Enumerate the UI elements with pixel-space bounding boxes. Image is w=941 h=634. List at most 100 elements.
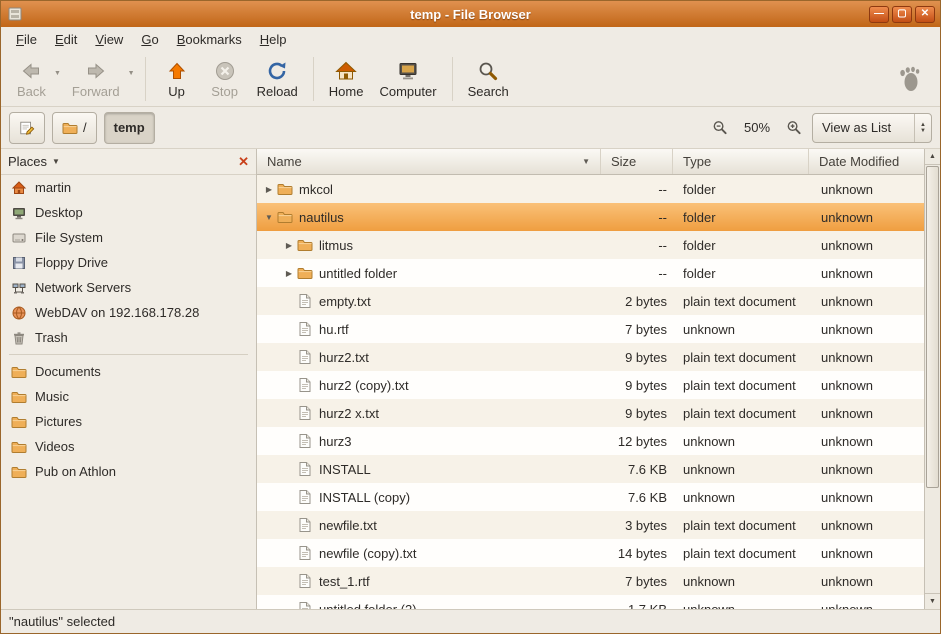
scrollbar-thumb[interactable] (926, 166, 939, 488)
file-row[interactable]: INSTALL7.6 KBunknownunknown (257, 455, 924, 483)
file-name-label: test_1.rtf (319, 574, 370, 589)
file-name-cell: ▶untitled folder (257, 265, 601, 281)
file-row[interactable]: hurz2 x.txt9 bytesplain text documentunk… (257, 399, 924, 427)
toggle-location-entry-button[interactable] (9, 112, 45, 144)
column-header-label: Size (611, 154, 636, 169)
maximize-button[interactable]: ▢ (892, 6, 912, 23)
file-size-cell: 7.6 KB (601, 462, 673, 477)
sidebar-item-documents[interactable]: Documents (1, 359, 256, 384)
file-size-cell: 12 bytes (601, 434, 673, 449)
scroll-up-icon[interactable]: ▲ (925, 149, 940, 165)
file-row[interactable]: hu.rtf7 bytesunknownunknown (257, 315, 924, 343)
file-icon (297, 405, 313, 421)
sidebar-item-pub-on-athlon[interactable]: Pub on Athlon (1, 459, 256, 484)
menu-item-bookmarks[interactable]: Bookmarks (168, 29, 251, 50)
sidebar-item-webdav-on-192-168-178-28[interactable]: WebDAV on 192.168.178.28 (1, 300, 256, 325)
file-row[interactable]: newfile.txt3 bytesplain text documentunk… (257, 511, 924, 539)
file-row[interactable]: hurz2 (copy).txt9 bytesplain text docume… (257, 371, 924, 399)
home-button[interactable]: Home (321, 54, 372, 104)
desktop-icon (11, 205, 27, 221)
up-button[interactable]: Up (153, 54, 201, 104)
sidebar-item-label: Network Servers (35, 280, 131, 295)
menu-item-view[interactable]: View (86, 29, 132, 50)
sidebar-item-music[interactable]: Music (1, 384, 256, 409)
file-row[interactable]: empty.txt2 bytesplain text documentunkno… (257, 287, 924, 315)
sidebar-item-pictures[interactable]: Pictures (1, 409, 256, 434)
toolbar-separator (452, 57, 453, 101)
file-name-label: newfile.txt (319, 518, 377, 533)
sidebar-item-trash[interactable]: Trash (1, 325, 256, 350)
view-mode-select[interactable]: View as List ▲▼ (812, 113, 932, 143)
file-size-cell: 7.6 KB (601, 490, 673, 505)
expander-expanded-icon[interactable]: ▼ (261, 213, 277, 222)
file-row[interactable]: ▶mkcol--folderunknown (257, 175, 924, 203)
forward-button[interactable]: ▼ Forward (64, 54, 138, 104)
menu-item-go[interactable]: Go (132, 29, 167, 50)
share-icon (11, 305, 27, 321)
file-icon (297, 601, 313, 609)
file-row[interactable]: test_1.rtf7 bytesunknownunknown (257, 567, 924, 595)
stop-button[interactable]: Stop (201, 54, 249, 104)
sidebar-item-label: Floppy Drive (35, 255, 108, 270)
toolbar-separator (313, 57, 314, 101)
file-row[interactable]: ▶litmus--folderunknown (257, 231, 924, 259)
file-icon (297, 349, 313, 365)
toolbar-button-label: Reload (257, 84, 298, 99)
menu-item-file[interactable]: File (7, 29, 46, 50)
file-name-label: hu.rtf (319, 322, 349, 337)
column-header-date-modified[interactable]: Date Modified (809, 149, 924, 174)
sidebar-close-icon[interactable]: ✕ (238, 154, 249, 170)
scroll-down-icon[interactable]: ▼ (925, 593, 940, 609)
close-button[interactable]: ✕ (915, 6, 935, 23)
toolbar-button-label: Home (329, 84, 364, 99)
column-header-name[interactable]: Name▼ (257, 149, 601, 174)
dropdown-arrow-icon[interactable]: ▼ (128, 70, 135, 77)
file-name-cell: INSTALL (copy) (257, 489, 601, 505)
menu-item-help[interactable]: Help (251, 29, 296, 50)
vertical-scrollbar[interactable]: ▲ ▼ (924, 149, 940, 609)
file-row[interactable]: hurz312 bytesunknownunknown (257, 427, 924, 455)
file-row[interactable]: newfile (copy).txt14 bytesplain text doc… (257, 539, 924, 567)
edit-location-icon (19, 120, 35, 136)
sidebar-item-file-system[interactable]: File System (1, 225, 256, 250)
trash-icon (11, 330, 27, 346)
file-type-cell: unknown (673, 574, 809, 589)
column-header-size[interactable]: Size (601, 149, 673, 174)
file-rows: ▶mkcol--folderunknown▼nautilus--folderun… (257, 175, 924, 609)
expander-collapsed-icon[interactable]: ▶ (281, 241, 297, 250)
root-folder-button[interactable]: / (52, 112, 97, 144)
file-row[interactable]: hurz2.txt9 bytesplain text documentunkno… (257, 343, 924, 371)
file-row[interactable]: untitled folder (2)1.7 KBunknownunknown (257, 595, 924, 609)
reload-button[interactable]: Reload (249, 54, 306, 104)
search-icon (476, 59, 500, 83)
file-name-cell: newfile.txt (257, 517, 601, 533)
back-button[interactable]: ▼Back (9, 54, 64, 104)
file-type-cell: folder (673, 266, 809, 281)
sidebar-item-videos[interactable]: Videos (1, 434, 256, 459)
places-header: Places ▼ ✕ (1, 149, 256, 175)
spinner-arrows-icon[interactable]: ▲▼ (914, 114, 931, 142)
current-folder-button[interactable]: temp (104, 112, 155, 144)
menu-item-edit[interactable]: Edit (46, 29, 86, 50)
toolbar-button-label: Forward (72, 84, 120, 99)
drive-icon (11, 230, 27, 246)
file-row[interactable]: ▶untitled folder--folderunknown (257, 259, 924, 287)
sidebar-item-desktop[interactable]: Desktop (1, 200, 256, 225)
search-button[interactable]: Search (460, 54, 517, 104)
zoom-in-button[interactable] (783, 117, 805, 139)
expander-collapsed-icon[interactable]: ▶ (261, 185, 277, 194)
file-date-cell: unknown (809, 238, 924, 253)
sidebar-item-network-servers[interactable]: Network Servers (1, 275, 256, 300)
places-selector[interactable]: Places ▼ (8, 154, 60, 169)
file-name-cell: untitled folder (2) (257, 601, 601, 609)
sidebar-item-martin[interactable]: martin (1, 175, 256, 200)
zoom-out-button[interactable] (709, 117, 731, 139)
column-header-type[interactable]: Type (673, 149, 809, 174)
minimize-button[interactable]: — (869, 6, 889, 23)
sidebar-item-floppy-drive[interactable]: Floppy Drive (1, 250, 256, 275)
dropdown-arrow-icon[interactable]: ▼ (54, 70, 61, 77)
computer-button[interactable]: Computer (371, 54, 444, 104)
file-row[interactable]: ▼nautilus--folderunknown (257, 203, 924, 231)
file-row[interactable]: INSTALL (copy)7.6 KBunknownunknown (257, 483, 924, 511)
expander-collapsed-icon[interactable]: ▶ (281, 269, 297, 278)
